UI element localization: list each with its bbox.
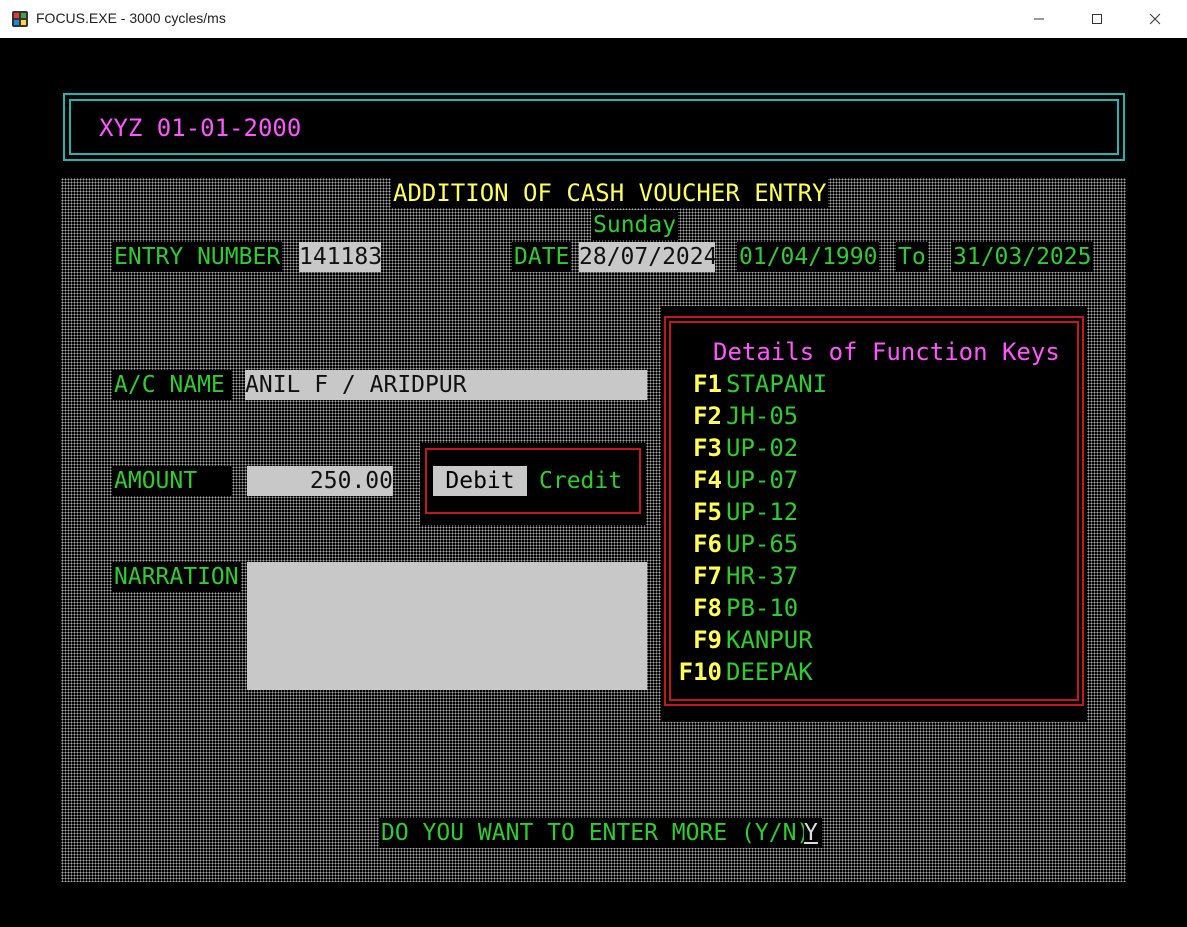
function-key-value: UP-07 <box>726 466 799 494</box>
company-header: XYZ 01-01-2000 <box>99 114 302 142</box>
day-label: Sunday <box>591 210 679 240</box>
close-button[interactable] <box>1126 0 1184 38</box>
function-key-row-f1[interactable]: F1 STAPANI <box>672 368 827 400</box>
ac-name-label: A/C NAME <box>112 370 232 400</box>
function-key-label: F5 <box>693 498 722 526</box>
maximize-button[interactable] <box>1068 0 1126 38</box>
function-key-label: F6 <box>693 530 722 558</box>
window-titlebar[interactable]: FOCUS.EXE - 3000 cycles/ms <box>0 0 1187 39</box>
amount-field[interactable]: 250.00 <box>247 466 393 496</box>
function-key-value: UP-65 <box>726 530 799 558</box>
function-key-label: F9 <box>693 626 722 654</box>
function-key-label: F3 <box>693 434 722 462</box>
debit-option[interactable]: Debit <box>433 466 527 496</box>
function-key-row-f7[interactable]: F7 HR-37 <box>672 560 798 592</box>
function-key-row-f10[interactable]: F10 DEEPAK <box>672 656 813 688</box>
enter-more-prompt: DO YOU WANT TO ENTER MORE (Y/N) <box>379 818 813 848</box>
function-key-value: PB-10 <box>726 594 799 622</box>
function-keys-title: Details of Function Keys <box>713 338 1060 366</box>
function-key-row-f8[interactable]: F8 PB-10 <box>672 592 798 624</box>
function-key-row-f4[interactable]: F4 UP-07 <box>672 464 798 496</box>
function-key-label: F10 <box>678 658 722 686</box>
date-field[interactable]: 28/07/2024 <box>579 242 717 272</box>
function-key-row-f9[interactable]: F9 KANPUR <box>672 624 813 656</box>
function-key-value: UP-02 <box>726 434 799 462</box>
window-title: FOCUS.EXE - 3000 cycles/ms <box>36 10 226 26</box>
narration-label: NARRATION <box>112 562 241 592</box>
narration-field[interactable] <box>247 562 647 690</box>
function-key-value: STAPANI <box>726 370 828 398</box>
minimize-button[interactable] <box>1010 0 1068 38</box>
entry-number-label: ENTRY NUMBER <box>112 242 283 272</box>
maximize-icon <box>1092 14 1102 24</box>
function-key-row-f6[interactable]: F6 UP-65 <box>672 528 798 560</box>
credit-option[interactable]: Credit <box>539 466 622 496</box>
form-title: ADDITION OF CASH VOUCHER ENTRY <box>391 178 829 208</box>
entry-number-field[interactable]: 141183 <box>299 242 382 272</box>
period-from: 01/04/1990 <box>737 242 880 272</box>
function-key-value: UP-12 <box>726 498 799 526</box>
close-icon <box>1149 13 1161 25</box>
function-key-label: F2 <box>693 402 722 430</box>
function-key-value: DEEPAK <box>726 658 813 686</box>
function-key-value: HR-37 <box>726 562 799 590</box>
function-key-value: JH-05 <box>726 402 799 430</box>
function-key-row-f2[interactable]: F2 JH-05 <box>672 400 798 432</box>
function-key-value: KANPUR <box>726 626 813 654</box>
function-key-label: F1 <box>693 370 722 398</box>
minimize-icon <box>1034 18 1044 20</box>
function-key-label: F4 <box>693 466 722 494</box>
date-label: DATE <box>512 242 572 272</box>
ac-name-field[interactable]: ANIL F / ARIDPUR <box>245 370 647 400</box>
period-to: 31/03/2025 <box>951 242 1094 272</box>
period-to-label: To <box>896 242 928 272</box>
dosbox-app-icon <box>12 11 28 27</box>
amount-label: AMOUNT <box>112 466 232 496</box>
function-key-row-f5[interactable]: F5 UP-12 <box>672 496 798 528</box>
function-key-label: F7 <box>693 562 722 590</box>
dos-screen[interactable]: XYZ 01-01-2000 ADDITION OF CASH VOUCHER … <box>0 38 1187 927</box>
function-key-label: F8 <box>693 594 722 622</box>
function-key-row-f3[interactable]: F3 UP-02 <box>672 432 798 464</box>
prompt-answer-input[interactable]: Y <box>804 818 822 848</box>
